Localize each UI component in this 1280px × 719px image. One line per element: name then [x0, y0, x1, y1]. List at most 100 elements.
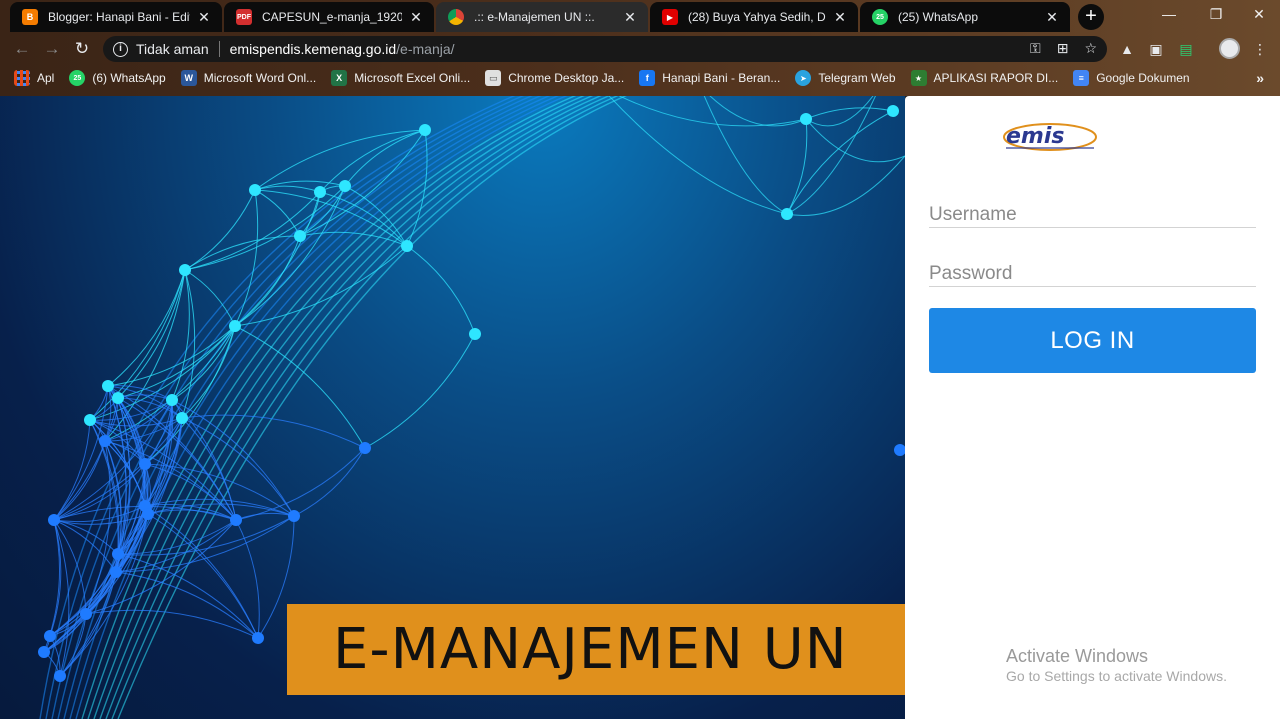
bookmark-facebook[interactable]: f Hanapi Bani - Beran...	[639, 70, 780, 86]
url-path: /e-manja/	[396, 41, 455, 57]
address-bar[interactable]: i Tidak aman emispendis.kemenag.go.id /e…	[103, 36, 1107, 62]
restore-icon[interactable]: ❐	[1203, 4, 1229, 24]
bookmark-chrome-desktop[interactable]: ▭ Chrome Desktop Ja...	[485, 70, 624, 86]
network-link	[147, 509, 237, 521]
bookmark-whatsapp[interactable]: 25 (6) WhatsApp	[69, 70, 166, 86]
network-link	[53, 419, 91, 521]
extension-lock-icon[interactable]: ▤	[1177, 40, 1195, 58]
window-close-icon[interactable]: ✕	[1246, 4, 1272, 24]
star-icon[interactable]: ☆	[1084, 40, 1097, 57]
close-icon[interactable]: ✕	[1044, 9, 1060, 26]
telegram-icon: ➤	[795, 70, 812, 86]
security-label: Tidak aman	[136, 41, 209, 57]
url-host: emispendis.kemenag.go.id	[229, 41, 397, 57]
tab-youtube[interactable]: ▶ (28) Buya Yahya Sedih, Deddy Ko ✕	[650, 2, 858, 32]
docs-icon: ≡	[1073, 70, 1090, 86]
extension-drive-icon[interactable]: ▲	[1118, 40, 1136, 58]
tab-strip: B Blogger: Hanapi Bani - Edit entri ✕ PD…	[0, 0, 1280, 34]
network-link	[235, 519, 260, 639]
network-link	[364, 333, 476, 449]
password-input[interactable]	[929, 253, 1256, 287]
network-link	[115, 515, 295, 573]
banner-title: E-MANAJEMEN UN	[333, 617, 848, 682]
back-icon[interactable]: ←	[11, 38, 33, 60]
translate-icon[interactable]: ⊞	[1057, 40, 1069, 57]
bookmark-excel[interactable]: X Microsoft Excel Onli...	[331, 70, 470, 86]
network-link	[703, 96, 788, 215]
tab-pdf[interactable]: PDF CAPESUN_e-manja_1920.pdf - Goo ✕	[224, 2, 434, 32]
kemenag-icon: ★	[910, 70, 927, 86]
network-link	[805, 107, 894, 120]
close-icon[interactable]: ✕	[196, 9, 212, 26]
extension-cast-icon[interactable]: ▣	[1147, 40, 1165, 58]
network-node	[44, 630, 56, 642]
bookmark-label: Apl	[37, 71, 55, 85]
close-icon[interactable]: ✕	[408, 9, 424, 26]
network-node	[139, 458, 151, 470]
network-node	[800, 113, 812, 125]
word-icon: W	[180, 70, 197, 86]
network-link	[235, 447, 366, 521]
network-node	[230, 514, 242, 526]
reload-icon[interactable]: ↻	[71, 38, 93, 60]
apps-grid-icon	[14, 70, 30, 86]
network-link	[406, 245, 476, 335]
bookmark-rapor[interactable]: ★ APLIKASI RAPOR DI...	[910, 70, 1058, 86]
forward-icon[interactable]: →	[41, 38, 63, 60]
network-node	[176, 412, 188, 424]
pdf-icon: PDF	[236, 9, 252, 25]
network-node	[80, 608, 92, 620]
minimize-icon[interactable]: —	[1156, 4, 1182, 24]
tab-whatsapp[interactable]: 25 (25) WhatsApp ✕	[860, 2, 1070, 32]
excel-icon: X	[331, 70, 348, 86]
youtube-icon: ▶	[662, 9, 678, 25]
username-input[interactable]	[929, 194, 1256, 228]
chevron-double-right-icon[interactable]: »	[1256, 70, 1264, 86]
login-button[interactable]: LOG IN	[929, 308, 1256, 373]
network-node	[359, 442, 371, 454]
network-node	[288, 510, 300, 522]
facebook-icon: f	[639, 70, 656, 86]
bookmark-label: Google Dokumen	[1096, 71, 1190, 85]
network-link	[184, 185, 346, 271]
network-link	[85, 609, 259, 639]
network-link	[117, 269, 186, 399]
avatar[interactable]	[1219, 38, 1240, 59]
bookmark-label: Telegram Web	[818, 71, 896, 85]
network-node	[142, 508, 154, 520]
bookmark-apps[interactable]: Apl	[14, 70, 54, 86]
network-link	[805, 96, 874, 127]
network-link	[181, 325, 236, 419]
key-icon[interactable]: ⚿	[1030, 40, 1041, 57]
tab-title: Blogger: Hanapi Bani - Edit entri	[48, 10, 190, 24]
bookmark-label: Microsoft Excel Onli...	[354, 71, 471, 85]
network-link	[234, 185, 346, 327]
bookmark-telegram[interactable]: ➤ Telegram Web	[795, 70, 896, 86]
bookmark-word[interactable]: W Microsoft Word Onl...	[180, 70, 316, 86]
tab-blogger[interactable]: B Blogger: Hanapi Bani - Edit entri ✕	[10, 2, 222, 32]
menu-icon[interactable]: ⋮	[1251, 40, 1269, 58]
network-node	[112, 392, 124, 404]
activate-windows-title: Activate Windows	[1006, 646, 1149, 666]
activate-windows-hint: Go to Settings to activate Windows.	[1006, 668, 1227, 684]
tab-title: .:: e-Manajemen UN ::.	[474, 10, 595, 24]
network-node	[48, 514, 60, 526]
network-link	[53, 385, 109, 521]
close-icon[interactable]: ✕	[622, 9, 638, 26]
network-link	[234, 189, 259, 327]
network-node	[894, 444, 905, 456]
close-icon[interactable]: ✕	[832, 9, 848, 26]
chrome-icon	[448, 9, 464, 25]
whatsapp-icon: 25	[872, 9, 888, 25]
hero-background: E-MANAJEMEN UN	[0, 96, 905, 719]
info-icon[interactable]: i	[113, 41, 128, 57]
network-node	[294, 230, 306, 242]
network-node	[112, 548, 124, 560]
toolbar: ← → ↻ i Tidak aman emispendis.kemenag.go…	[0, 34, 1280, 64]
network-link	[117, 553, 259, 639]
network-node	[166, 394, 178, 406]
bookmark-google-docs[interactable]: ≡ Google Dokumen	[1073, 70, 1190, 86]
new-tab-button[interactable]: +	[1078, 4, 1104, 30]
tab-e-manajemen[interactable]: .:: e-Manajemen UN ::. ✕	[436, 2, 648, 32]
network-node	[249, 184, 261, 196]
